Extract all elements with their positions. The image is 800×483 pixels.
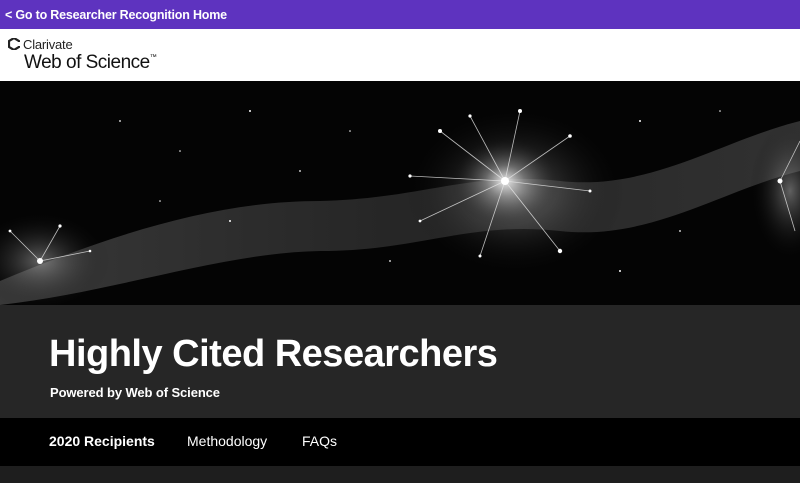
section-tabs: 2020 Recipients Methodology FAQs [0, 418, 800, 466]
page-title-section: Highly Cited Researchers Powered by Web … [0, 305, 800, 418]
hero-particles-art [0, 81, 800, 305]
brand-header: Clarivate Web of Science™ [0, 29, 800, 81]
back-to-home-link[interactable]: < Go to Researcher Recognition Home [5, 8, 227, 22]
tab-2020-recipients[interactable]: 2020 Recipients [49, 433, 155, 449]
product-name[interactable]: Web of Science™ [24, 52, 157, 74]
clarivate-logo-icon [8, 38, 20, 50]
hero-image [0, 81, 800, 305]
tab-faqs[interactable]: FAQs [302, 433, 337, 449]
content-area-top [0, 466, 800, 483]
top-nav-bar: < Go to Researcher Recognition Home [0, 0, 800, 29]
product-name-text: Web of Science [24, 52, 150, 73]
company-name: Clarivate [23, 37, 73, 52]
page-title: Highly Cited Researchers [49, 333, 498, 375]
page-subtitle: Powered by Web of Science [50, 385, 220, 400]
tab-methodology[interactable]: Methodology [187, 433, 267, 449]
trademark-symbol: ™ [149, 54, 157, 61]
